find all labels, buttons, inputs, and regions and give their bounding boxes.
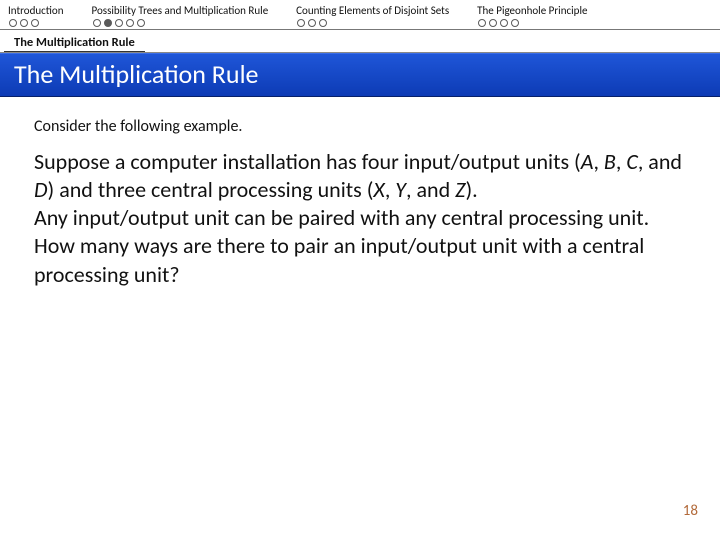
- slide-title: The Multiplication Rule: [14, 58, 706, 90]
- nav-dots: [8, 19, 39, 27]
- var-d: D: [34, 176, 48, 203]
- var-b: B: [604, 148, 616, 175]
- comma-and: , and: [638, 148, 682, 175]
- nav-dot-icon[interactable]: [137, 19, 145, 27]
- nav-dot-icon[interactable]: [31, 19, 39, 27]
- body-p1a: Suppose a computer installation has four…: [34, 148, 581, 175]
- nav-dot-icon[interactable]: [93, 19, 101, 27]
- var-z: Z: [455, 176, 465, 203]
- comma: ,: [385, 176, 395, 203]
- nav-section-label: Possibility Trees and Multiplication Rul…: [92, 4, 269, 17]
- comma: ,: [593, 148, 603, 175]
- var-x: X: [373, 176, 384, 203]
- nav-dot-icon[interactable]: [511, 19, 519, 27]
- nav-dot-icon[interactable]: [297, 19, 305, 27]
- nav-dot-icon[interactable]: [478, 19, 486, 27]
- var-y: Y: [395, 176, 406, 203]
- nav-dots: [92, 19, 145, 27]
- nav-section[interactable]: Counting Elements of Disjoint Sets: [296, 4, 449, 27]
- nav-dot-icon[interactable]: [115, 19, 123, 27]
- lead-text: Consider the following example.: [0, 97, 720, 142]
- nav-dots: [477, 19, 519, 27]
- nav-section-label: Introduction: [8, 4, 64, 17]
- var-c: C: [626, 148, 638, 175]
- nav-dot-icon[interactable]: [500, 19, 508, 27]
- nav-dot-icon[interactable]: [308, 19, 316, 27]
- nav-section[interactable]: Possibility Trees and Multiplication Rul…: [92, 4, 269, 27]
- nav-dot-icon[interactable]: [126, 19, 134, 27]
- title-bar: The Multiplication Rule: [0, 53, 720, 97]
- nav-dot-icon[interactable]: [319, 19, 327, 27]
- subsection-row: The Multiplication Rule: [0, 30, 720, 53]
- body-p1b: ) and three central processing units (: [48, 176, 374, 203]
- body-p2: Any input/output unit can be paired with…: [34, 204, 649, 287]
- nav-dot-icon[interactable]: [20, 19, 28, 27]
- nav-section[interactable]: Introduction: [8, 4, 64, 27]
- nav-section-label: Counting Elements of Disjoint Sets: [296, 4, 449, 17]
- body-p1c: ).: [465, 176, 477, 203]
- var-a: A: [581, 148, 594, 175]
- comma-and: , and: [406, 176, 455, 203]
- nav-section[interactable]: The Pigeonhole Principle: [477, 4, 587, 27]
- body-text: Suppose a computer installation has four…: [0, 142, 720, 289]
- nav-dot-icon[interactable]: [104, 19, 112, 27]
- nav-section-label: The Pigeonhole Principle: [477, 4, 587, 17]
- nav-dot-icon[interactable]: [9, 19, 17, 27]
- nav-bar: Introduction Possibility Trees and Multip…: [0, 0, 720, 29]
- subsection-label: The Multiplication Rule: [4, 32, 145, 52]
- nav-dots: [296, 19, 327, 27]
- page-number: 18: [683, 502, 698, 520]
- nav-dot-icon[interactable]: [489, 19, 497, 27]
- comma: ,: [616, 148, 626, 175]
